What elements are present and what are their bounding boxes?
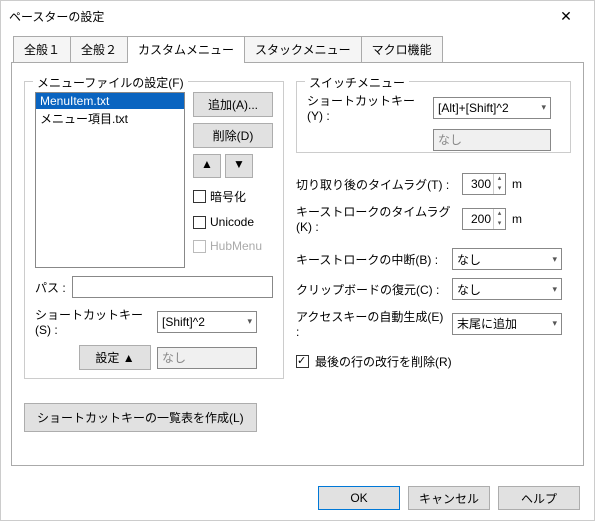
unit-label: m xyxy=(512,212,522,226)
close-icon[interactable]: ✕ xyxy=(546,1,586,31)
menu-file-group: メニューファイルの設定(F) MenuItem.txt メニュー項目.txt 追… xyxy=(24,81,284,379)
settings-button[interactable]: 設定 ▲ xyxy=(79,345,151,370)
path-label: パス : xyxy=(35,279,66,296)
switch-menu-group: スイッチメニュー ショートカットキー(Y) : [Alt]+[Shift]^2▾… xyxy=(296,81,571,153)
tab-custom-menu[interactable]: カスタムメニュー xyxy=(127,36,245,63)
delete-last-newline-label: 最後の行の改行を削除(R) xyxy=(315,353,452,370)
shortcut-select[interactable]: [Shift]^2▾ xyxy=(157,311,257,333)
list-item[interactable]: MenuItem.txt xyxy=(36,93,184,109)
tab-macro[interactable]: マクロ機能 xyxy=(361,36,443,63)
accesskey-label: アクセスキーの自動生成(E) : xyxy=(296,308,446,339)
delete-button[interactable]: 削除(D) xyxy=(193,123,273,148)
switch-shortcut-select[interactable]: [Alt]+[Shift]^2▾ xyxy=(433,97,551,119)
encrypt-checkbox[interactable] xyxy=(193,190,206,203)
file-list[interactable]: MenuItem.txt メニュー項目.txt xyxy=(35,92,185,268)
tab-bar: 全般１ 全般２ カスタムメニュー スタックメニュー マクロ機能 xyxy=(13,35,588,62)
create-shortcut-list-button[interactable]: ショートカットキーの一覧表を作成(L) xyxy=(24,403,257,432)
unit-label: m xyxy=(512,177,522,191)
delete-last-newline-checkbox[interactable] xyxy=(296,355,309,368)
spinner-down-icon[interactable]: ▾ xyxy=(494,184,505,194)
chevron-down-icon: ▾ xyxy=(552,284,557,295)
accesskey-select[interactable]: 末尾に追加▾ xyxy=(452,313,562,335)
spinner-down-icon[interactable]: ▾ xyxy=(494,219,505,229)
menu-file-group-label: メニューファイルの設定(F) xyxy=(33,74,188,91)
switch-shortcut-value: なし xyxy=(433,129,551,151)
spinner-up-icon[interactable]: ▴ xyxy=(494,174,505,184)
tab-general2[interactable]: 全般２ xyxy=(70,36,128,63)
settings-value: なし xyxy=(157,347,257,369)
restore-select[interactable]: なし▾ xyxy=(452,278,562,300)
restore-label: クリップボードの復元(C) : xyxy=(296,281,446,298)
tab-general1[interactable]: 全般１ xyxy=(13,36,71,63)
path-input[interactable] xyxy=(72,276,273,298)
key-lag-input[interactable]: ▴▾ xyxy=(462,208,506,230)
interrupt-label: キーストロークの中断(B) : xyxy=(296,251,446,268)
cut-lag-label: 切り取り後のタイムラグ(T) : xyxy=(296,176,456,193)
move-down-button[interactable]: ▼ xyxy=(225,154,253,178)
cancel-button[interactable]: キャンセル xyxy=(408,486,490,510)
add-button[interactable]: 追加(A)... xyxy=(193,92,273,117)
tab-stack-menu[interactable]: スタックメニュー xyxy=(244,36,362,63)
spinner-up-icon[interactable]: ▴ xyxy=(494,209,505,219)
unicode-checkbox[interactable] xyxy=(193,216,206,229)
chevron-down-icon: ▾ xyxy=(552,318,557,329)
hubmenu-checkbox xyxy=(193,240,206,253)
list-item[interactable]: メニュー項目.txt xyxy=(36,109,184,128)
help-button[interactable]: ヘルプ xyxy=(498,486,580,510)
chevron-down-icon: ▾ xyxy=(541,102,546,113)
ok-button[interactable]: OK xyxy=(318,486,400,510)
switch-shortcut-label: ショートカットキー(Y) : xyxy=(307,92,427,123)
interrupt-select[interactable]: なし▾ xyxy=(452,248,562,270)
shortcut-label: ショートカットキー(S) : xyxy=(35,306,151,337)
cut-lag-input[interactable]: ▴▾ xyxy=(462,173,506,195)
encrypt-label: 暗号化 xyxy=(210,188,246,205)
move-up-button[interactable]: ▲ xyxy=(193,154,221,178)
window-title: ペースターの設定 xyxy=(9,8,546,25)
switch-menu-group-label: スイッチメニュー xyxy=(305,74,409,91)
chevron-down-icon: ▾ xyxy=(552,254,557,265)
unicode-label: Unicode xyxy=(210,215,254,229)
chevron-down-icon: ▾ xyxy=(247,316,252,327)
hubmenu-label: HubMenu xyxy=(210,239,262,253)
key-lag-label: キーストロークのタイムラグ(K) : xyxy=(296,203,456,234)
